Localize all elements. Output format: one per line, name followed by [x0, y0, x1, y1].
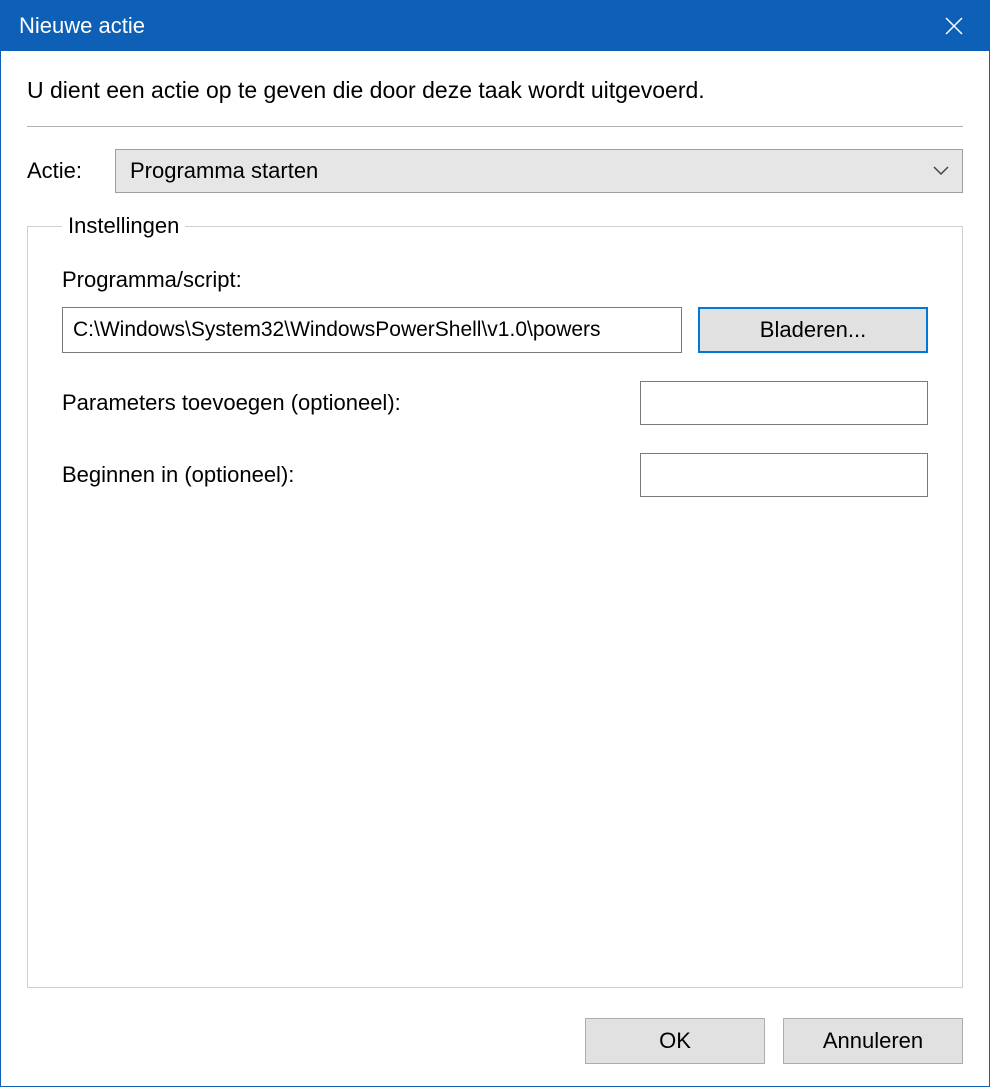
params-input[interactable]	[640, 381, 928, 425]
dialog-window: Nieuwe actie U dient een actie op te gev…	[0, 0, 990, 1087]
settings-legend: Instellingen	[62, 213, 185, 239]
cancel-button[interactable]: Annuleren	[783, 1018, 963, 1064]
instruction-text: U dient een actie op te geven die door d…	[27, 77, 963, 104]
startin-input[interactable]	[640, 453, 928, 497]
close-icon	[945, 17, 963, 35]
dialog-footer: OK Annuleren	[1, 1004, 989, 1086]
action-label: Actie:	[27, 158, 115, 184]
startin-label: Beginnen in (optioneel):	[62, 462, 640, 488]
action-select[interactable]: Programma starten	[115, 149, 963, 193]
program-label: Programma/script:	[62, 267, 928, 293]
divider	[27, 126, 963, 127]
titlebar: Nieuwe actie	[1, 1, 989, 51]
program-input[interactable]	[62, 307, 682, 353]
browse-button[interactable]: Bladeren...	[698, 307, 928, 353]
close-button[interactable]	[919, 1, 989, 51]
dialog-content: U dient een actie op te geven die door d…	[1, 51, 989, 1004]
settings-group: Instellingen Programma/script: Bladeren.…	[27, 213, 963, 988]
program-row: Bladeren...	[62, 307, 928, 353]
window-title: Nieuwe actie	[19, 13, 919, 39]
params-field: Parameters toevoegen (optioneel):	[62, 381, 928, 425]
program-field: Programma/script: Bladeren...	[62, 267, 928, 353]
action-row: Actie: Programma starten	[27, 149, 963, 193]
ok-button[interactable]: OK	[585, 1018, 765, 1064]
action-selected-value: Programma starten	[130, 158, 318, 184]
action-select-wrap: Programma starten	[115, 149, 963, 193]
params-label: Parameters toevoegen (optioneel):	[62, 390, 640, 416]
startin-field: Beginnen in (optioneel):	[62, 453, 928, 497]
